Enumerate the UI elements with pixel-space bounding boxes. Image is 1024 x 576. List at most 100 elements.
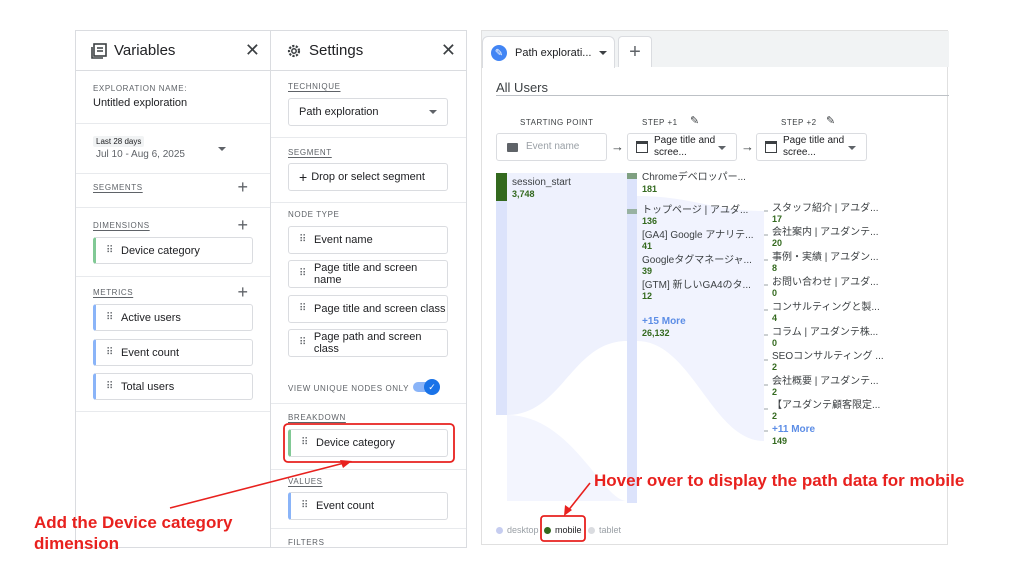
- step1-node-bar-1: [627, 209, 637, 214]
- hover-annotation: Hover over to display the path data for …: [594, 471, 965, 490]
- variables-header: Variables: [76, 31, 270, 71]
- metric-chip-event-count[interactable]: ⠿ Event count: [93, 339, 253, 366]
- drag-handle-icon[interactable]: ⠿: [299, 304, 306, 314]
- node-type-event-name[interactable]: ⠿ Event name: [288, 226, 448, 254]
- step1-node-value: 136: [642, 216, 658, 226]
- settings-header: Settings: [271, 31, 466, 71]
- filters-label: FILTERS: [288, 538, 325, 547]
- step2-node-value: 20: [772, 238, 783, 248]
- add-dimension-icon[interactable]: +: [237, 216, 248, 234]
- exploration-canvas: ✎ Path explorati... + All Users STARTING…: [481, 30, 949, 545]
- step2-node-value: 2: [772, 411, 778, 421]
- drag-handle-icon[interactable]: ⠿: [106, 312, 113, 322]
- drag-handle-icon[interactable]: ⠿: [301, 501, 308, 511]
- legend-tablet[interactable]: tablet: [588, 525, 621, 535]
- metric-chip-active-users[interactable]: ⠿ Active users: [93, 304, 253, 331]
- add-dimension-annotation-line2: dimension: [34, 534, 120, 553]
- step2-node[interactable]: コンサルティングと製...: [772, 302, 880, 313]
- node-type-page-path-screen-class[interactable]: ⠿ Page path and screen class: [288, 329, 448, 357]
- step2-node-value: 8: [772, 263, 778, 273]
- segments-label: SEGMENTS: [93, 183, 143, 192]
- legend-dot: [588, 526, 595, 534]
- step2-node[interactable]: 【アユダンテ顧客限定...: [772, 400, 880, 411]
- chevron-down-icon: [429, 110, 437, 114]
- dimensions-label: DIMENSIONS: [93, 221, 150, 230]
- plus-icon: +: [299, 169, 308, 185]
- close-variables-icon[interactable]: ✕: [245, 41, 260, 59]
- step1-node-value: 181: [642, 184, 658, 194]
- step2-node-value: 0: [772, 338, 778, 348]
- breakdown-label: BREAKDOWN: [288, 413, 346, 422]
- node-type-label: NODE TYPE: [288, 210, 340, 219]
- step2-node-value: 4: [772, 313, 778, 323]
- legend-desktop[interactable]: desktop: [496, 525, 539, 535]
- step2-node[interactable]: 事例・実績 | アユダン...: [772, 252, 879, 263]
- technique-label: TECHNIQUE: [288, 82, 341, 91]
- gear-icon: [287, 44, 301, 57]
- close-settings-icon[interactable]: ✕: [441, 41, 456, 59]
- legend-mobile[interactable]: mobile: [544, 525, 582, 535]
- step2-node[interactable]: 会社概要 | アユダンテ...: [772, 376, 879, 387]
- drag-handle-icon[interactable]: ⠿: [106, 381, 113, 391]
- start-node-value: 3,748: [512, 189, 535, 199]
- date-dropdown-icon[interactable]: [218, 147, 226, 151]
- node-type-page-title-screen-name[interactable]: ⠿ Page title and screen name: [288, 260, 448, 288]
- step2-node[interactable]: お問い合わせ | アユダ...: [772, 277, 879, 288]
- step1-node-value: 41: [642, 241, 653, 251]
- legend-dot: [496, 526, 503, 534]
- step1-node[interactable]: [GTM] 新しいGA4のタ...: [642, 280, 751, 291]
- add-dimension-annotation: Add the Device category dimension: [34, 512, 232, 554]
- settings-panel: Settings ✕ TECHNIQUE Path exploration SE…: [271, 30, 467, 548]
- step2-node-value: 0: [772, 288, 778, 298]
- values-label: VALUES: [288, 477, 323, 486]
- step1-node[interactable]: Googleタグマネージャ...: [642, 255, 752, 266]
- step2-node-ticks: [764, 210, 768, 432]
- add-metric-icon[interactable]: +: [237, 283, 248, 301]
- exploration-name-field[interactable]: Untitled exploration: [93, 97, 187, 109]
- step2-node[interactable]: コラム | アユダンテ株...: [772, 327, 878, 338]
- step2-node[interactable]: SEOコンサルティング ...: [772, 351, 884, 362]
- step1-more-value: 26,132: [642, 328, 670, 338]
- variables-title: Variables: [114, 42, 176, 59]
- step1-more-link[interactable]: +15 More: [642, 316, 686, 327]
- drag-handle-icon[interactable]: ⠿: [299, 235, 306, 245]
- variables-panel: Variables ✕ EXPLORATION NAME: Untitled e…: [75, 30, 271, 548]
- dimension-chip-device-category[interactable]: ⠿ Device category: [93, 237, 253, 264]
- step2-node[interactable]: 会社案内 | アユダンテ...: [772, 227, 879, 238]
- step1-column-bar[interactable]: [627, 173, 637, 503]
- variables-icon: [91, 42, 107, 59]
- technique-dropdown[interactable]: Path exploration: [288, 98, 448, 126]
- check-icon: ✓: [424, 379, 440, 395]
- drag-handle-icon[interactable]: ⠿: [299, 338, 306, 348]
- drag-handle-icon[interactable]: ⠿: [299, 269, 306, 279]
- date-range[interactable]: Jul 10 - Aug 6, 2025: [96, 149, 185, 160]
- legend-dot: [544, 526, 551, 534]
- node-type-page-title-screen-class[interactable]: ⠿ Page title and screen class: [288, 295, 448, 323]
- step2-node-value: 2: [772, 362, 778, 372]
- step1-node[interactable]: トップページ | アユダ...: [642, 205, 748, 216]
- breakdown-chip-device-category[interactable]: ⠿ Device category: [288, 429, 448, 457]
- step1-node-value: 39: [642, 266, 653, 276]
- step1-node[interactable]: Chromeデベロッパー...: [642, 172, 746, 183]
- step2-node-value: 17: [772, 214, 783, 224]
- step2-more-value: 149: [772, 436, 788, 446]
- step2-node-value: 2: [772, 387, 778, 397]
- start-node-bar[interactable]: [496, 173, 507, 415]
- step2-more-link[interactable]: +11 More: [772, 424, 815, 435]
- start-node-label[interactable]: session_start: [512, 177, 571, 188]
- drag-handle-icon[interactable]: ⠿: [106, 245, 113, 255]
- step1-node[interactable]: [GA4] Google アナリテ...: [642, 230, 754, 241]
- view-unique-toggle[interactable]: ✓: [413, 379, 440, 395]
- drag-handle-icon[interactable]: ⠿: [106, 347, 113, 357]
- segment-label: SEGMENT: [288, 148, 332, 157]
- step1-node-bar-0: [627, 173, 637, 179]
- values-chip-event-count[interactable]: ⠿ Event count: [288, 492, 448, 520]
- metric-chip-total-users[interactable]: ⠿ Total users: [93, 373, 253, 400]
- step2-node[interactable]: スタッフ紹介 | アユダ...: [772, 203, 879, 214]
- drag-handle-icon[interactable]: ⠿: [301, 438, 308, 448]
- start-node-mobile-bar[interactable]: [496, 173, 507, 201]
- add-segment-icon[interactable]: +: [237, 178, 248, 196]
- exploration-name-label: EXPLORATION NAME:: [93, 84, 188, 93]
- segment-drop-zone[interactable]: + Drop or select segment: [288, 163, 448, 191]
- metrics-label: METRICS: [93, 288, 134, 297]
